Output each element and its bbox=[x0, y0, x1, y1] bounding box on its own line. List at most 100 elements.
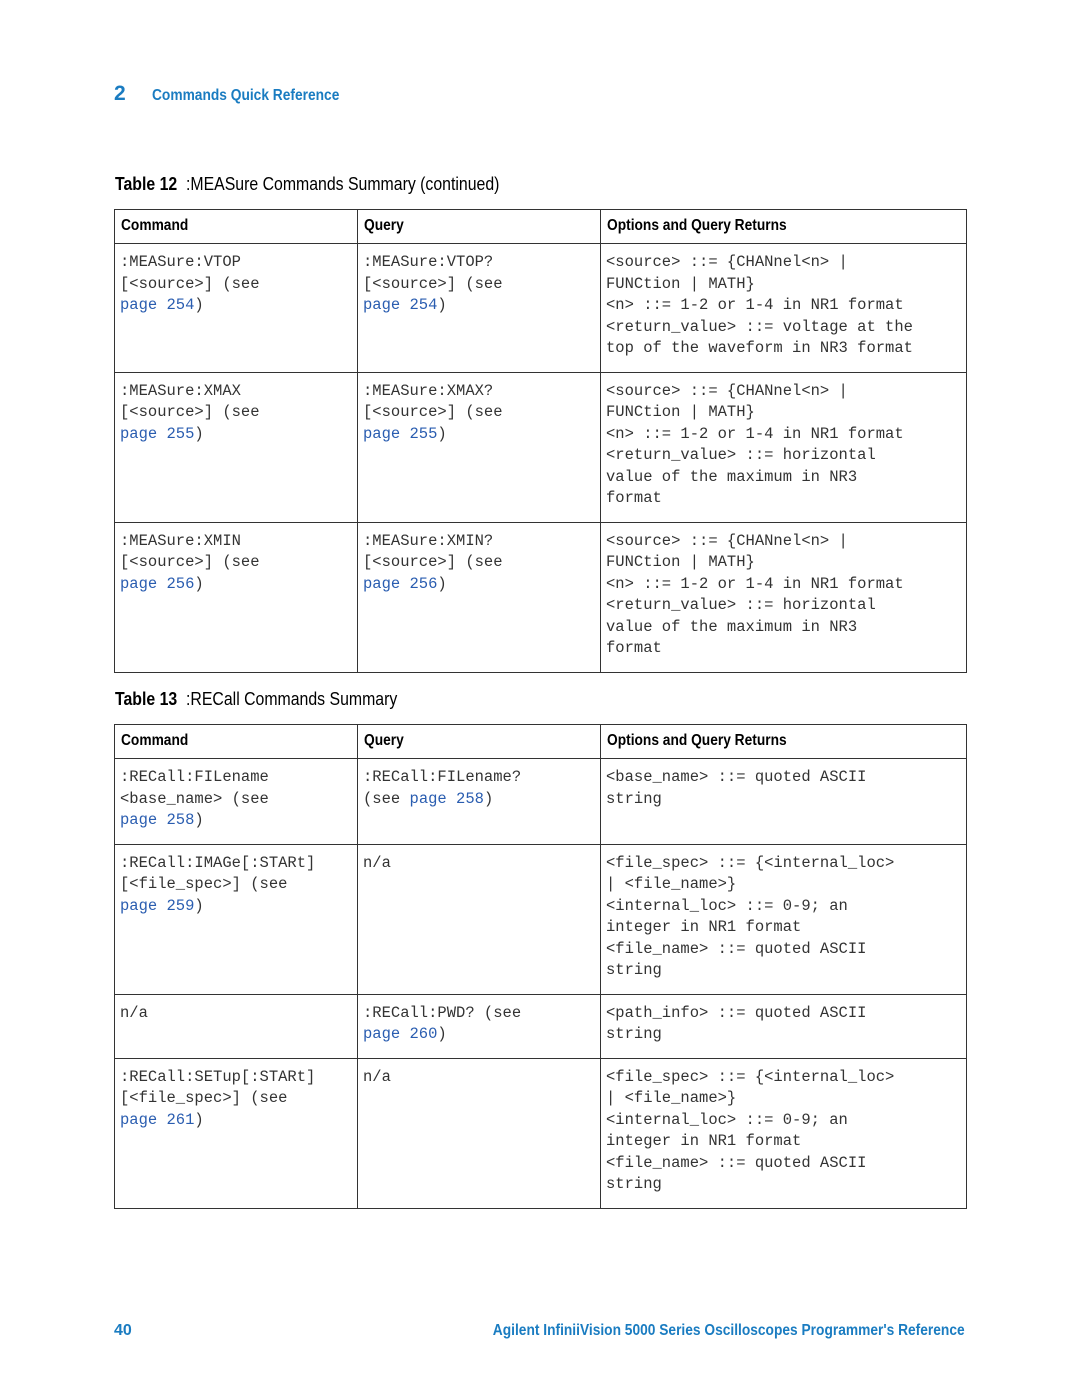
query-cell-line: page 260) bbox=[363, 1024, 595, 1046]
options-cell-text: top of the waveform in NR3 format bbox=[606, 339, 913, 357]
options-cell-line: | <file_name>} bbox=[606, 1088, 961, 1110]
table13-header-row: Command Query Options and Query Returns bbox=[114, 724, 967, 759]
command-cell-line: page 254) bbox=[120, 295, 352, 317]
command-cell-line: [<source>] (see bbox=[120, 274, 352, 296]
page-link[interactable]: page 259 bbox=[120, 897, 194, 915]
command-cell-text: :MEASure:VTOP bbox=[120, 253, 241, 271]
options-cell-text: | <file_name>} bbox=[606, 1089, 737, 1107]
options-cell: <file_spec> ::= {<internal_loc>| <file_n… bbox=[600, 1057, 967, 1209]
query-cell-line: :MEASure:XMAX? bbox=[363, 381, 595, 403]
options-cell-line: <file_spec> ::= {<internal_loc> bbox=[606, 1067, 961, 1089]
query-cell-line: :RECall:PWD? (see bbox=[363, 1003, 595, 1025]
options-cell-text: FUNCtion | MATH} bbox=[606, 553, 755, 571]
options-cell-text: integer in NR1 format bbox=[606, 918, 802, 936]
command-cell-text: :MEASure:XMAX bbox=[120, 381, 241, 400]
command-cell-line: :RECall:SETup[:STARt] bbox=[120, 1067, 352, 1089]
page-link[interactable]: page 258 bbox=[410, 790, 484, 808]
table12-label: Table 12 bbox=[115, 174, 178, 194]
options-cell-line: integer in NR1 format bbox=[606, 917, 961, 939]
page-link[interactable]: page 254 bbox=[363, 296, 437, 314]
query-cell-text: [<source>] (see bbox=[363, 403, 503, 421]
query-cell-text: :MEASure:VTOP? bbox=[363, 253, 494, 271]
options-cell-line: string bbox=[606, 789, 961, 811]
chapter-title: Commands Quick Reference bbox=[152, 87, 340, 104]
table-row: :MEASure:XMAX [<source>] (see page 255) :ME… bbox=[114, 371, 967, 523]
options-cell: <file_spec> ::= {<internal_loc> | <file_n… bbox=[600, 843, 967, 995]
options-cell-text: FUNCtion | MATH} bbox=[606, 403, 755, 421]
command-cell-text: [<file_spec>] (see bbox=[120, 1089, 288, 1107]
options-cell-text: format bbox=[606, 489, 662, 507]
query-cell-text: :RECall:PWD? (see bbox=[363, 1003, 522, 1022]
options-cell-text: <internal_loc> ::= 0-9; an bbox=[606, 896, 848, 915]
options-cell-line: FUNCtion | MATH} bbox=[606, 402, 961, 424]
command-cell: :RECall:SETup[:STARt] [<file_spec>] (see p… bbox=[114, 1057, 358, 1209]
options-cell-text: <source> ::= {CHANnel<n> | bbox=[606, 381, 848, 400]
table-row: :RECall:IMAGe[:STARt] [<file_spec>] (see p… bbox=[114, 843, 967, 995]
page-link[interactable]: page 258 bbox=[120, 811, 194, 829]
options-cell-line: <n> ::= 1-2 or 1-4 in NR1 format bbox=[606, 424, 961, 446]
options-cell-line: <source> ::= {CHANnel<n> | bbox=[606, 252, 961, 274]
command-cell: :RECall:FILename <base_name> (see page 258… bbox=[114, 758, 358, 845]
table12-title: :MEASure Commands Summary (continued) bbox=[186, 174, 500, 194]
page-link[interactable]: page 261 bbox=[120, 1111, 194, 1129]
query-cell-line: page 255) bbox=[363, 424, 595, 446]
column-header-options: Options and Query Returns bbox=[600, 209, 967, 244]
table12-header-row: Command Query Options and Query Returns bbox=[114, 209, 967, 244]
table12-caption: Table 12 :MEASure Commands Summary (conti… bbox=[115, 174, 499, 195]
query-cell-line: (see page 258) bbox=[363, 789, 595, 811]
command-cell-line: [<file_spec>] (see bbox=[120, 1088, 352, 1110]
options-cell-line: integer in NR1 format bbox=[606, 1131, 961, 1153]
options-cell-text: <file_name> ::= quoted ASCII bbox=[606, 939, 867, 958]
column-header-command: Command bbox=[114, 724, 358, 759]
table-row: :RECall:FILename <base_name> (see page 258… bbox=[114, 758, 967, 845]
options-cell-text: <file_spec> ::= {<internal_loc> bbox=[606, 1067, 895, 1086]
options-cell-line: <file_name> ::= quoted ASCII bbox=[606, 1153, 961, 1175]
query-cell: :MEASure:XMIN? [<source>] (see page 256) bbox=[357, 521, 601, 673]
query-cell-text: :MEASure:XMIN? bbox=[363, 531, 494, 550]
page-link[interactable]: page 260 bbox=[363, 1025, 437, 1043]
options-cell-line: format bbox=[606, 638, 961, 660]
options-cell-line: <file_name> ::= quoted ASCII bbox=[606, 939, 961, 961]
query-cell: :MEASure:VTOP? [<source>] (see page 254) bbox=[357, 243, 601, 373]
page-link[interactable]: page 256 bbox=[120, 575, 194, 593]
command-cell-text: <base_name> (see bbox=[120, 789, 269, 808]
query-cell-line: n/a bbox=[363, 853, 595, 875]
options-cell-text: <base_name> ::= quoted ASCII bbox=[606, 768, 867, 786]
options-cell-text: FUNCtion | MATH} bbox=[606, 274, 755, 293]
table-row: :MEASure:VTOP [<source>] (see page 254):ME… bbox=[114, 243, 967, 373]
query-cell-text: [<source>] (see bbox=[363, 553, 503, 571]
query-cell: :RECall:FILename? (see page 258) bbox=[357, 758, 601, 845]
options-cell-line: FUNCtion | MATH} bbox=[606, 274, 961, 296]
command-cell-line: n/a bbox=[120, 1003, 352, 1025]
book-title: Agilent InfiniiVision 5000 Series Oscill… bbox=[493, 1322, 965, 1339]
closing-paren: ) bbox=[194, 296, 204, 314]
page-link[interactable]: page 254 bbox=[120, 296, 194, 314]
column-header-query: Query bbox=[357, 209, 601, 244]
options-cell-line: <file_spec> ::= {<internal_loc> bbox=[606, 853, 961, 875]
page-link[interactable]: page 256 bbox=[363, 575, 437, 593]
options-cell-text: <return_value> ::= voltage at the bbox=[606, 317, 913, 336]
options-cell-text: integer in NR1 format bbox=[606, 1132, 802, 1150]
options-cell-line: <source> ::= {CHANnel<n> | bbox=[606, 531, 961, 553]
command-cell: :MEASure:VTOP [<source>] (see page 254) bbox=[114, 243, 358, 373]
options-cell-text: string bbox=[606, 789, 662, 808]
options-cell-text: | <file_name>} bbox=[606, 875, 737, 893]
page-link[interactable]: page 255 bbox=[120, 425, 194, 443]
query-cell-text: :MEASure:XMAX? bbox=[363, 381, 494, 400]
table13-title: :RECall Commands Summary bbox=[186, 689, 398, 709]
options-cell-line: format bbox=[606, 488, 961, 510]
query-cell-line: [<source>] (see bbox=[363, 402, 595, 424]
options-cell-text: value of the maximum in NR3 bbox=[606, 617, 858, 636]
page-link[interactable]: page 255 bbox=[363, 425, 437, 443]
command-cell-text: [<source>] (see bbox=[120, 553, 260, 571]
query-cell-line: :MEASure:VTOP? bbox=[363, 252, 595, 274]
command-cell-line: [<file_spec>] (see bbox=[120, 874, 352, 896]
command-cell-text: :RECall:FILename bbox=[120, 768, 269, 786]
table-row: :RECall:SETup[:STARt] [<file_spec>] (see p… bbox=[114, 1057, 967, 1209]
options-cell-text: <internal_loc> ::= 0-9; an bbox=[606, 1110, 848, 1129]
query-cell: n/a bbox=[357, 1057, 601, 1209]
options-cell-line: FUNCtion | MATH} bbox=[606, 552, 961, 574]
options-cell-line: <return_value> ::= horizontal bbox=[606, 445, 961, 467]
options-cell-text: <file_name> ::= quoted ASCII bbox=[606, 1153, 867, 1172]
closing-paren: ) bbox=[483, 789, 494, 808]
